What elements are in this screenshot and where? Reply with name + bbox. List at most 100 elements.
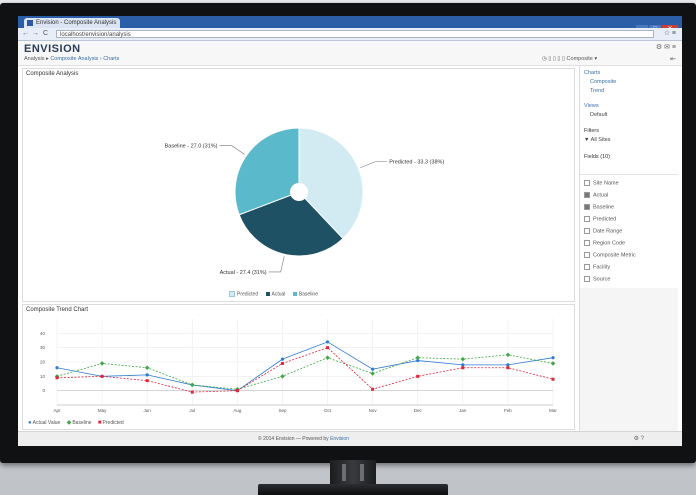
field-label: Baseline xyxy=(593,204,615,211)
line-legend-baseline[interactable]: Baseline xyxy=(72,420,91,426)
pie-label-leader xyxy=(360,161,388,168)
legend-marker-actual: ● xyxy=(28,420,32,426)
legend-marker-predicted: ■ xyxy=(97,420,102,426)
series-line-actual-value xyxy=(56,341,554,392)
browser-tab-title: Envision - Composite Analysis xyxy=(36,20,117,26)
field-facility[interactable]: Facility xyxy=(584,264,610,270)
field-baseline[interactable]: Baseline xyxy=(584,204,614,210)
forward-icon[interactable]: → xyxy=(32,30,39,38)
sidebar-item-trend[interactable]: Trend xyxy=(590,88,604,94)
browser-toolbar: ← → C localhost/envision/analysis ☆ ≡ xyxy=(18,28,682,41)
footer-link[interactable]: Envision xyxy=(330,436,349,442)
browser-tab[interactable]: Envision - Composite Analysis xyxy=(24,18,120,28)
fields-list: Site Name Actual Baseline Predicted Date… xyxy=(580,174,678,290)
field-label: Region Code xyxy=(593,240,626,247)
pie-legend-actual[interactable]: Actual xyxy=(272,291,286,297)
pie-data-label: Actual - 27.4 (31%) xyxy=(220,270,267,276)
browser-menu-icon[interactable]: ☆ ≡ xyxy=(664,29,676,39)
data-point-predicted xyxy=(190,390,194,394)
header-icons[interactable]: ⚙ ✉ ≡ xyxy=(656,43,676,51)
checkbox-icon[interactable] xyxy=(584,228,590,234)
field-composite-metric[interactable]: Composite Metric xyxy=(584,252,636,258)
checkbox-icon[interactable] xyxy=(584,180,590,186)
field-source[interactable]: Source xyxy=(584,276,610,282)
field-label: Actual xyxy=(593,192,609,199)
data-point-predicted xyxy=(371,387,375,391)
data-point-predicted xyxy=(551,377,555,381)
data-point-predicted xyxy=(235,389,239,393)
pie-legend-baseline[interactable]: Baseline xyxy=(299,291,318,297)
legend-swatch-predicted xyxy=(229,291,235,297)
field-label: Composite Metric xyxy=(593,252,636,259)
data-point-predicted xyxy=(145,379,149,383)
y-tick-label: 0 xyxy=(42,388,45,393)
sidebar-section-filters[interactable]: Filters xyxy=(584,128,599,134)
sidebar-section-charts[interactable]: Charts xyxy=(584,70,600,76)
address-bar[interactable]: localhost/envision/analysis xyxy=(56,30,654,38)
field-label: Predicted xyxy=(593,216,617,223)
field-actual[interactable]: Actual xyxy=(584,192,608,198)
x-tick-label: Apr xyxy=(53,408,61,413)
x-tick-label: May xyxy=(98,408,107,413)
data-point-baseline xyxy=(190,382,195,388)
data-point-baseline xyxy=(505,352,511,358)
sidebar: Charts Composite Trend Views Default Fil… xyxy=(579,66,679,431)
checkbox-icon[interactable] xyxy=(584,252,590,258)
app-logo[interactable]: ENVISION xyxy=(24,43,81,55)
y-tick-label: 40 xyxy=(40,331,46,336)
field-predicted[interactable]: Predicted xyxy=(584,216,616,222)
data-point-actual-value xyxy=(280,357,285,361)
checkbox-checked-icon[interactable] xyxy=(584,204,590,210)
app-header: ENVISION ⚙ ✉ ≡ Analysis ▸ Composite Anal… xyxy=(18,41,682,66)
line-legend-actual[interactable]: Actual Value xyxy=(33,420,61,426)
x-tick-label: Oct xyxy=(324,408,332,413)
legend-marker-baseline: ◆ xyxy=(66,420,72,426)
data-point-baseline xyxy=(460,356,466,362)
sidebar-filter-all-sites[interactable]: ▼ All Sites xyxy=(584,137,611,143)
x-tick-label: Sep xyxy=(278,408,287,413)
data-point-predicted xyxy=(280,361,284,365)
breadcrumb-root[interactable]: Analysis ▸ xyxy=(24,56,49,62)
pie-legend-predicted[interactable]: Predicted xyxy=(237,291,258,297)
data-point-baseline xyxy=(415,355,420,360)
view-controls[interactable]: ◷ ▯ ▯ ▯ ▯ Composite ▾ xyxy=(542,56,597,62)
field-region-code[interactable]: Region Code xyxy=(584,240,625,246)
data-point-actual-value xyxy=(325,340,330,344)
pie-data-label: Predicted - 33.3 (38%) xyxy=(389,160,444,166)
checkbox-icon[interactable] xyxy=(584,264,590,270)
line-chart: Apr May Jun Jul Aug Sep Oct Nov Dec Jan Feb Mar 0 10 2… xyxy=(40,319,557,413)
series-line-predicted xyxy=(56,347,554,393)
data-point-actual-value xyxy=(461,363,465,367)
sidebar-item-default[interactable]: Default xyxy=(590,112,607,118)
x-tick-label: Dec xyxy=(414,408,423,413)
field-date-range[interactable]: Date Range xyxy=(584,228,622,234)
data-point-baseline xyxy=(280,374,285,379)
line-legend: ●Actual Value ◆Baseline ■Predicted xyxy=(23,419,124,426)
sidebar-item-composite[interactable]: Composite xyxy=(590,79,616,85)
checkbox-icon[interactable] xyxy=(584,276,590,282)
pie-chart: Predicted - 33.3 (38%) Actual - 27.4 (31%… xyxy=(165,127,444,276)
x-tick-label: Feb xyxy=(504,408,512,413)
back-icon[interactable]: ← xyxy=(22,30,29,38)
field-site-name[interactable]: Site Name xyxy=(584,180,619,186)
y-tick-label: 20 xyxy=(40,360,46,365)
checkbox-icon[interactable] xyxy=(584,216,590,222)
checkbox-icon[interactable] xyxy=(584,240,590,246)
line-chart-panel: Composite Trend Chart Apr May Jun Jul Aug Sep… xyxy=(22,304,575,430)
breadcrumb-link[interactable]: Composite Analysis › Charts xyxy=(50,56,119,62)
data-point-baseline xyxy=(370,371,375,376)
checkbox-checked-icon[interactable] xyxy=(584,192,590,198)
pie-legend: Predicted Actual Baseline xyxy=(223,291,318,297)
collapse-icon[interactable]: ⇤ xyxy=(670,55,676,63)
reload-icon[interactable]: C xyxy=(43,30,48,38)
pie-label-leader xyxy=(219,145,245,155)
sidebar-empty-area xyxy=(580,288,678,431)
footer-icons[interactable]: ⚙ ? xyxy=(634,435,644,442)
field-label: Facility xyxy=(593,264,611,271)
data-point-predicted xyxy=(506,366,510,370)
line-legend-predicted[interactable]: Predicted xyxy=(103,420,124,426)
screen: Envision - Composite Analysis –□✕ ← → C … xyxy=(18,16,682,446)
data-point-actual-value xyxy=(551,356,555,360)
data-point-predicted xyxy=(416,374,420,378)
sidebar-section-views[interactable]: Views xyxy=(584,103,599,109)
